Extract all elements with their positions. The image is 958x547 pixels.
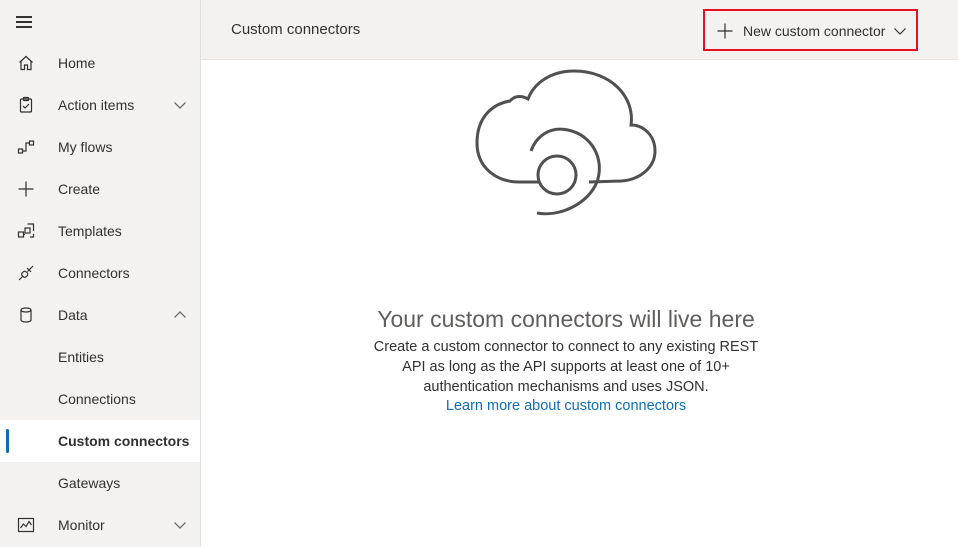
sidebar-item-label: Create [58, 181, 101, 197]
sidebar-item-label: Connectors [58, 265, 130, 281]
new-custom-connector-button[interactable]: New custom connector [703, 9, 918, 51]
database-icon [20, 307, 32, 323]
learn-more-link[interactable]: Learn more about custom connectors [201, 398, 931, 414]
page-header: Custom connectors New custom connector [201, 0, 958, 60]
sidebar-item-my-flows[interactable]: My flows [0, 126, 200, 168]
sidebar-item-label: Gateways [58, 475, 121, 491]
plus-icon [18, 181, 34, 197]
sidebar-item-gateways[interactable]: Gateways [0, 462, 200, 504]
sidebar-item-label: My flows [58, 139, 113, 155]
plus-icon [717, 23, 733, 39]
sidebar-item-data[interactable]: Data [0, 294, 200, 336]
sidebar-item-templates[interactable]: Templates [0, 210, 200, 252]
monitor-chart-icon [17, 517, 35, 533]
sidebar-item-custom-connectors[interactable]: Custom connectors [0, 420, 200, 462]
sidebar-item-monitor[interactable]: Monitor [0, 504, 200, 546]
connector-plug-icon [18, 265, 34, 281]
sidebar-item-label: Monitor [58, 517, 105, 533]
sidebar-item-label: Home [58, 55, 96, 71]
chevron-down-icon[interactable] [173, 98, 187, 112]
sidebar-item-label: Data [58, 307, 88, 323]
empty-state-description: Create a custom connector to connect to … [373, 339, 759, 395]
flow-icon [17, 140, 35, 154]
sidebar-item-connectors[interactable]: Connectors [0, 252, 200, 294]
sidebar-item-label: Entities [58, 349, 104, 365]
new-custom-connector-label: New custom connector [743, 23, 886, 39]
sidebar-item-label: Action items [58, 97, 135, 113]
active-indicator [6, 429, 9, 453]
sidebar-item-label: Connections [58, 391, 136, 407]
home-icon [19, 55, 33, 71]
sidebar-item-action-items[interactable]: Action items [0, 84, 200, 126]
templates-icon [17, 223, 35, 238]
chevron-down-icon [894, 28, 906, 35]
page-title: Custom connectors [231, 21, 361, 38]
empty-state-title: Your custom connectors will live here [377, 306, 755, 332]
left-navigation: Home Action items My flows Create Templa… [0, 0, 201, 547]
chevron-up-icon[interactable] [173, 308, 187, 322]
clipboard-icon [19, 96, 33, 113]
sidebar-item-entities[interactable]: Entities [0, 336, 200, 378]
chevron-down-icon[interactable] [173, 518, 187, 532]
sidebar-item-label: Custom connectors [58, 433, 190, 449]
sidebar-item-create[interactable]: Create [0, 168, 200, 210]
sidebar-item-connections[interactable]: Connections [0, 378, 200, 420]
hamburger-menu-icon[interactable] [16, 14, 34, 30]
sidebar-item-label: Templates [58, 223, 122, 239]
cloud-connector-icon [475, 69, 657, 216]
sidebar-item-home[interactable]: Home [0, 42, 200, 84]
main-content: Your custom connectors will live here Cr… [201, 60, 958, 547]
